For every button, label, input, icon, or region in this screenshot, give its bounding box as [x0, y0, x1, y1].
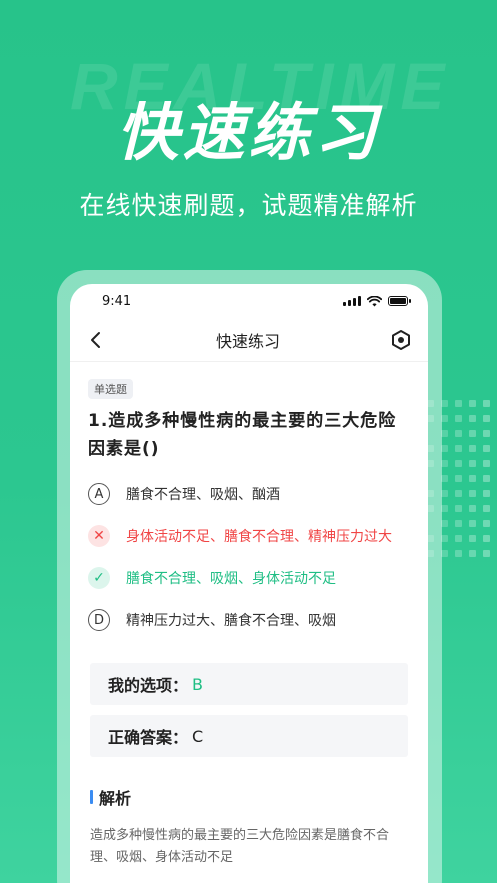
- decorative-dot: [441, 520, 448, 527]
- wrong-icon: ✕: [88, 525, 110, 547]
- correct-answer-value: C: [192, 726, 204, 746]
- decorative-dot: [441, 445, 448, 452]
- chevron-left-icon[interactable]: [86, 330, 106, 350]
- wifi-icon: [367, 295, 382, 306]
- option-b[interactable]: ✕ 身体活动不足、膳食不合理、精神压力过大: [88, 515, 410, 557]
- status-icons: [343, 295, 411, 307]
- my-answer-box: 我的选项： B: [90, 663, 408, 705]
- decorative-dot: [455, 505, 462, 512]
- decorative-dot: [483, 415, 490, 422]
- decorative-dot: [483, 535, 490, 542]
- decorative-dot: [441, 460, 448, 467]
- decorative-dot: [455, 475, 462, 482]
- option-d[interactable]: D 精神压力过大、膳食不合理、吸烟: [88, 599, 410, 641]
- decorative-dot: [469, 550, 476, 557]
- decorative-dot: [483, 475, 490, 482]
- decorative-dot: [469, 490, 476, 497]
- decorative-dot: [483, 550, 490, 557]
- hero-subtitle: 在线快速刷题，试题精准解析: [79, 191, 418, 220]
- decorative-dot: [455, 430, 462, 437]
- my-answer-value: B: [192, 674, 203, 694]
- option-text: 膳食不合理、吸烟、身体活动不足: [126, 571, 336, 587]
- decorative-dot: [455, 400, 462, 407]
- decorative-dot: [483, 520, 490, 527]
- decorative-dot: [455, 445, 462, 452]
- analysis-heading-text: 解析: [99, 789, 132, 808]
- decorative-dot: [483, 400, 490, 407]
- decorative-dot: [441, 550, 448, 557]
- option-text: 精神压力过大、膳食不合理、吸烟: [126, 613, 336, 629]
- phone-screen: 9:41 快速练习 单选题 1.造成多种慢性病的最主要的三大危险因素是() A: [70, 284, 428, 883]
- option-c[interactable]: ✓ 膳食不合理、吸烟、身体活动不足: [88, 557, 410, 599]
- options-list: A 膳食不合理、吸烟、酗酒 ✕ 身体活动不足、膳食不合理、精神压力过大 ✓ 膳食…: [88, 473, 410, 641]
- nav-title: 快速练习: [215, 331, 280, 351]
- option-text: 膳食不合理、吸烟、酗酒: [126, 487, 280, 503]
- decorative-dot: [483, 430, 490, 437]
- decorative-dot: [441, 475, 448, 482]
- correct-answer-label: 正确答案：: [108, 728, 189, 747]
- decorative-dot: [441, 505, 448, 512]
- option-key-d: D: [88, 609, 110, 631]
- correct-answer-box: 正确答案： C: [90, 715, 408, 757]
- option-key-a: A: [88, 483, 110, 505]
- option-a[interactable]: A 膳食不合理、吸烟、酗酒: [88, 473, 410, 515]
- decorative-dot: [455, 415, 462, 422]
- decorative-dot: [483, 490, 490, 497]
- hexagon-settings-icon[interactable]: [390, 329, 412, 351]
- decorative-dot: [441, 400, 448, 407]
- decorative-dot: [469, 460, 476, 467]
- decorative-dot: [441, 415, 448, 422]
- analysis-text: 造成多种慢性病的最主要的三大危险因素是膳食不合理、吸烟、身体活动不足: [90, 828, 390, 865]
- decorative-dot: [483, 445, 490, 452]
- my-answer-label: 我的选项：: [108, 676, 189, 695]
- signal-icon: [343, 296, 361, 306]
- battery-icon: [388, 296, 411, 306]
- decorative-dot: [441, 535, 448, 542]
- decorative-dot: [483, 460, 490, 467]
- status-bar: 9:41: [70, 284, 428, 318]
- decorative-dot: [455, 490, 462, 497]
- decorative-dot: [469, 520, 476, 527]
- decorative-dot: [469, 415, 476, 422]
- decorative-dot: [469, 535, 476, 542]
- decorative-dot: [455, 550, 462, 557]
- navbar: 快速练习: [70, 318, 428, 362]
- heading-accent-bar: [90, 790, 93, 804]
- analysis-heading: 解析: [90, 785, 428, 809]
- decorative-dot: [483, 505, 490, 512]
- decorative-dot: [441, 430, 448, 437]
- decorative-dot: [469, 445, 476, 452]
- decorative-dot: [455, 520, 462, 527]
- question-type-badge: 单选题: [88, 379, 133, 399]
- decorative-dot: [455, 535, 462, 542]
- check-icon: ✓: [88, 567, 110, 589]
- hero-title: 快速练习: [116, 96, 381, 169]
- decorative-dot: [469, 475, 476, 482]
- option-text: 身体活动不足、膳食不合理、精神压力过大: [126, 529, 392, 545]
- decorative-dot: [469, 430, 476, 437]
- question-text: 1.造成多种慢性病的最主要的三大危险因素是(): [88, 411, 397, 459]
- decorative-dot: [469, 400, 476, 407]
- decorative-dot: [455, 460, 462, 467]
- decorative-dot: [469, 505, 476, 512]
- decorative-dot: [441, 490, 448, 497]
- status-time: 9:41: [102, 293, 132, 309]
